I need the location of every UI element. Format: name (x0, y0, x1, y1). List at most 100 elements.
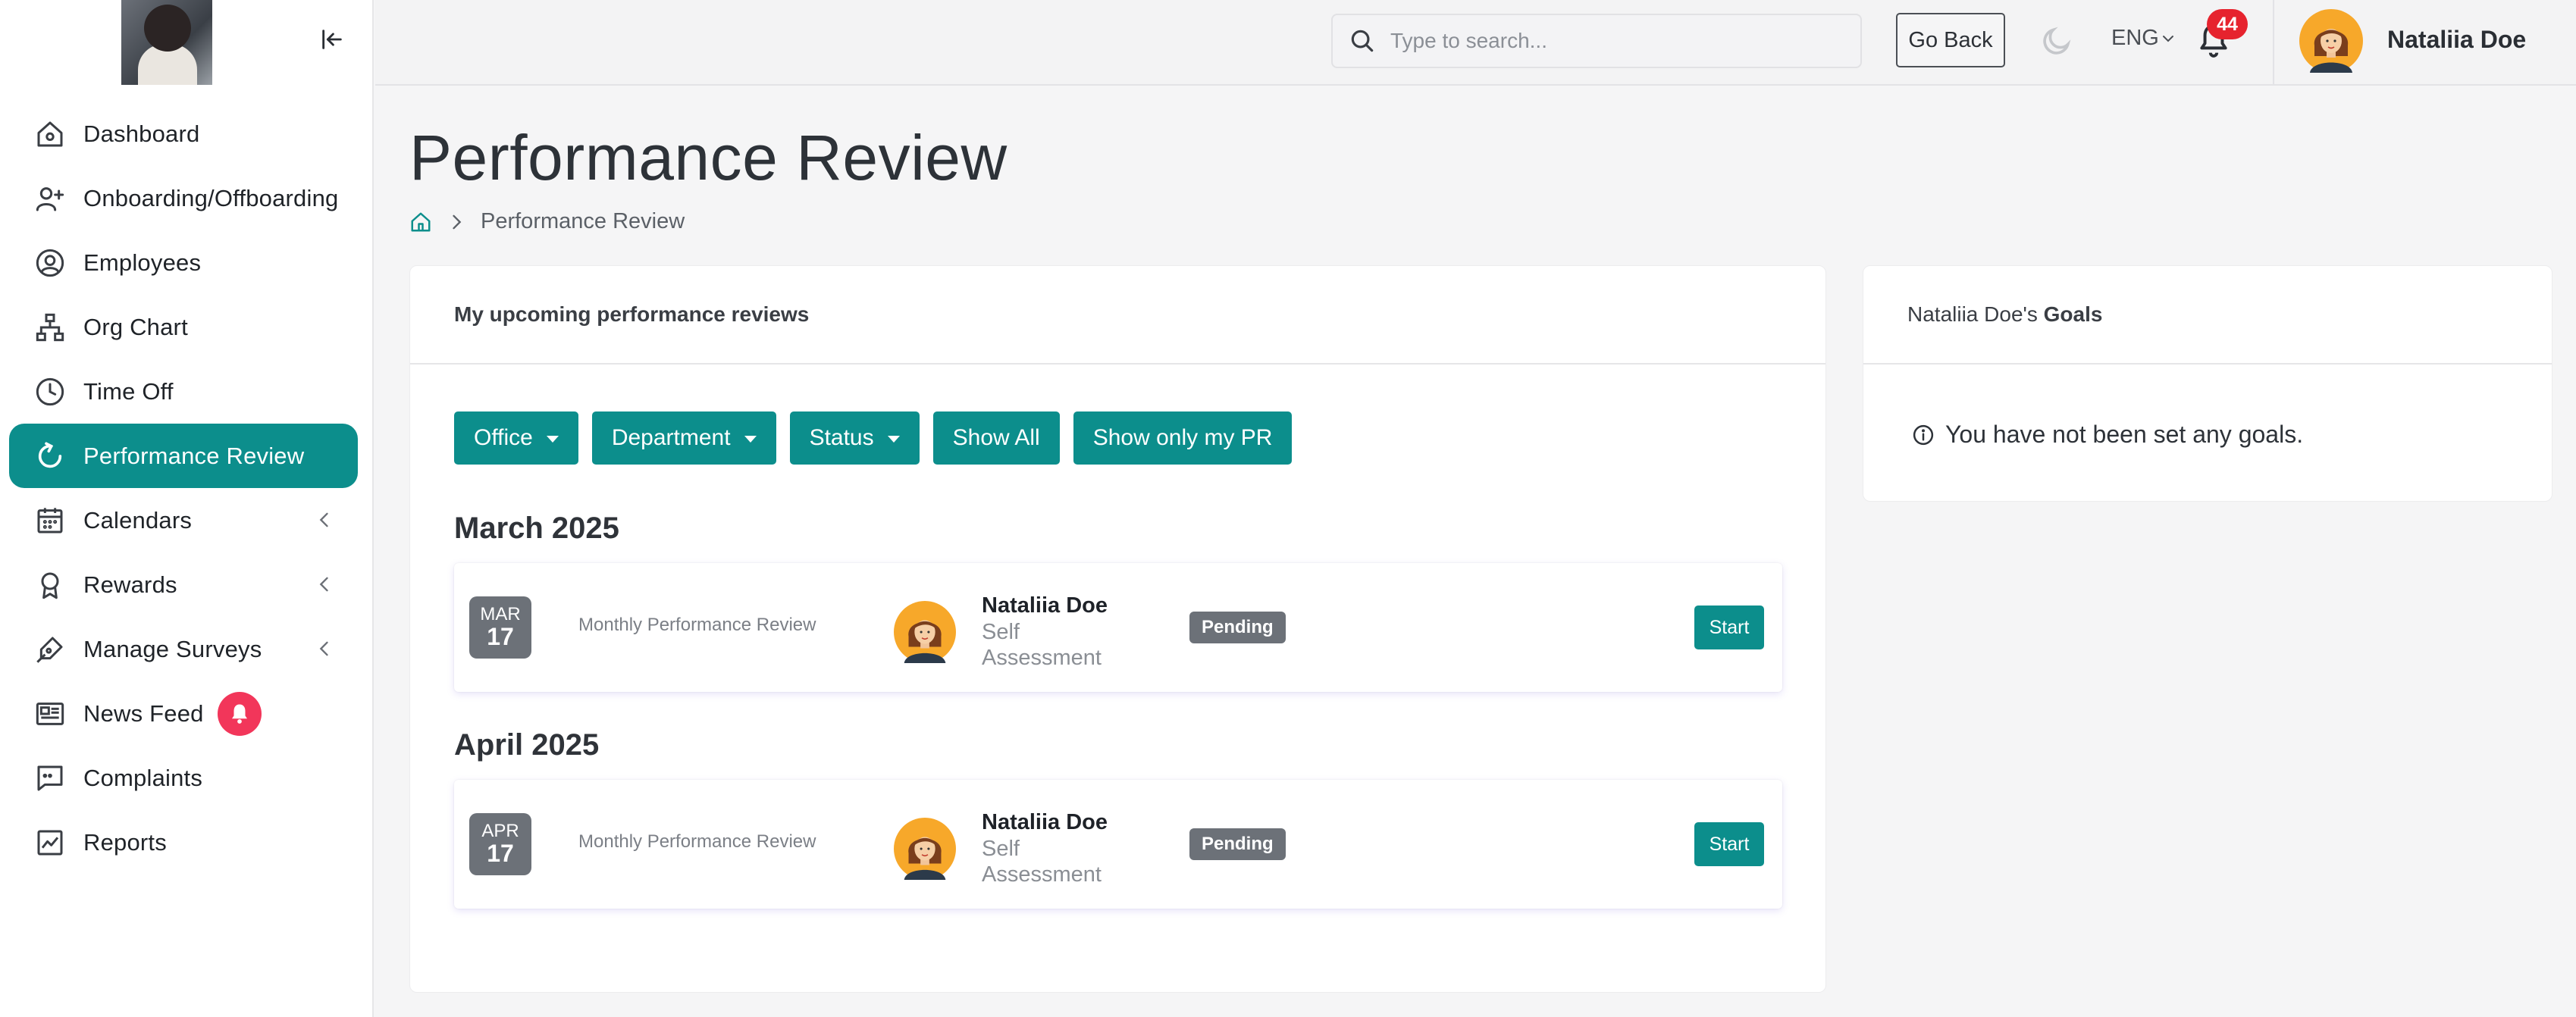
review-title: Monthly Performance Review (578, 831, 816, 852)
sidebar-item-complaints[interactable]: Complaints (9, 746, 358, 810)
sidebar-item-label: Rewards (83, 571, 177, 598)
user-avatar[interactable] (2299, 9, 2363, 73)
review-type: Self Assessment (982, 620, 1102, 670)
reviewee-name: Nataliia Doe (982, 593, 1108, 618)
goals-card: Nataliia Doe's Goals You have not been s… (1863, 265, 2552, 502)
sidebar-item-label: Performance Review (83, 442, 305, 469)
sidebar-item-label: Employees (83, 249, 202, 276)
sidebar-item-rewards[interactable]: Rewards (9, 552, 358, 617)
sidebar-item-manage-surveys[interactable]: Manage Surveys (9, 617, 358, 681)
collapse-left-icon (322, 30, 342, 49)
office-filter-label: Office (474, 425, 533, 450)
review-date-day: 17 (487, 623, 514, 650)
clock-icon (33, 375, 67, 408)
company-logo-photo (121, 0, 212, 85)
goals-header-prefix: Nataliia Doe's (1907, 302, 2044, 326)
breadcrumb: Performance Review (409, 209, 685, 234)
moon-icon[interactable] (2040, 24, 2073, 58)
chart-line-icon (33, 826, 67, 859)
top-bar: Go Back ENG 44 Nataliia Doe (375, 0, 2576, 86)
sidebar-item-calendars[interactable]: Calendars (9, 488, 358, 552)
home-icon (33, 117, 67, 151)
sidebar-item-news-feed[interactable]: News Feed (9, 681, 358, 746)
language-selector[interactable]: ENG (2111, 26, 2177, 51)
sidebar-item-reports[interactable]: Reports (9, 810, 358, 875)
upcoming-reviews-card: My upcoming performance reviews Office D… (409, 265, 1826, 993)
go-back-button[interactable]: Go Back (1896, 13, 2005, 67)
sidebar-item-org-chart[interactable]: Org Chart (9, 295, 358, 359)
topbar-divider (2273, 0, 2274, 84)
chevron-right-icon (453, 214, 462, 229)
department-filter-button[interactable]: Department (591, 411, 776, 465)
review-date-badge: MAR 17 (469, 596, 531, 659)
goals-empty-text: You have not been set any goals. (1945, 421, 2304, 448)
show-all-button[interactable]: Show All (932, 411, 1060, 465)
caret-down-icon (744, 435, 757, 443)
bell-icon (231, 704, 247, 724)
reviewee-avatar (894, 818, 956, 880)
card-header: My upcoming performance reviews (410, 266, 1825, 365)
month-heading: March 2025 (454, 512, 619, 545)
review-date-month: APR (481, 821, 519, 841)
review-title: Monthly Performance Review (578, 615, 816, 635)
sidebar-item-onboarding[interactable]: Onboarding/Offboarding (9, 166, 358, 230)
newspaper-icon (33, 697, 67, 731)
refresh-icon (33, 440, 67, 473)
month-heading: April 2025 (454, 728, 600, 762)
filter-bar: Office Department Status Show All Show o… (454, 411, 1305, 465)
pen-tool-icon (33, 633, 67, 666)
search-box (1331, 14, 1862, 68)
sidebar-item-performance-review[interactable]: Performance Review (9, 424, 358, 488)
status-filter-label: Status (809, 425, 874, 450)
sidebar-item-label: News Feed (83, 699, 204, 727)
reviewee-name: Nataliia Doe (982, 810, 1108, 834)
chevron-down-icon (2162, 35, 2173, 42)
chevron-left-icon (319, 641, 328, 656)
sidebar-item-label: Time Off (83, 377, 174, 405)
language-label: ENG (2111, 26, 2159, 50)
sidebar-item-label: Calendars (83, 506, 193, 534)
status-filter-button[interactable]: Status (789, 411, 920, 465)
start-review-button[interactable]: Start (1694, 822, 1764, 866)
sidebar-item-label: Manage Surveys (83, 635, 262, 662)
sidebar-item-employees[interactable]: Employees (9, 230, 358, 295)
sidebar-item-dashboard[interactable]: Dashboard (9, 102, 358, 166)
review-item: APR 17 Monthly Performance Review Natali… (454, 780, 1782, 909)
review-date-month: MAR (480, 604, 521, 624)
user-name[interactable]: Nataliia Doe (2387, 26, 2526, 54)
chevron-left-icon (319, 512, 328, 527)
card-header: Nataliia Doe's Goals (1863, 266, 2552, 365)
home-icon[interactable] (409, 211, 432, 233)
review-type: Self Assessment (982, 837, 1102, 887)
caret-down-icon (546, 435, 559, 443)
calendar-icon (33, 504, 67, 537)
department-filter-label: Department (611, 425, 731, 450)
notification-count-badge: 44 (2207, 9, 2248, 39)
sidebar-item-label: Dashboard (83, 120, 200, 147)
message-square-icon (33, 762, 67, 795)
sidebar-item-time-off[interactable]: Time Off (9, 359, 358, 424)
info-icon (1913, 424, 1934, 445)
sidebar: Dashboard Onboarding/Offboarding Employe… (0, 0, 374, 1017)
review-item: MAR 17 Monthly Performance Review Natali… (454, 563, 1782, 692)
show-only-my-pr-button[interactable]: Show only my PR (1073, 411, 1293, 465)
caret-down-icon (887, 435, 900, 443)
goals-empty-message: You have not been set any goals. (1912, 421, 2303, 449)
search-input[interactable] (1390, 29, 1845, 53)
sidebar-item-label: Reports (83, 828, 167, 856)
breadcrumb-current: Performance Review (481, 209, 685, 233)
start-review-button[interactable]: Start (1694, 606, 1764, 649)
news-feed-bell-badge (217, 691, 262, 736)
sidebar-collapse-button[interactable] (317, 24, 347, 55)
review-date-badge: APR 17 (469, 813, 531, 875)
sidebar-item-label: Onboarding/Offboarding (83, 184, 339, 211)
sidebar-item-label: Org Chart (83, 313, 188, 340)
review-date-day: 17 (487, 840, 514, 867)
user-plus-icon (33, 182, 67, 215)
reviewee-avatar (894, 601, 956, 663)
goals-header-bold: Goals (2043, 302, 2103, 326)
status-badge: Pending (1189, 612, 1286, 643)
page-title: Performance Review (409, 122, 1008, 193)
office-filter-button[interactable]: Office (454, 411, 578, 465)
chevron-left-icon (319, 577, 328, 592)
